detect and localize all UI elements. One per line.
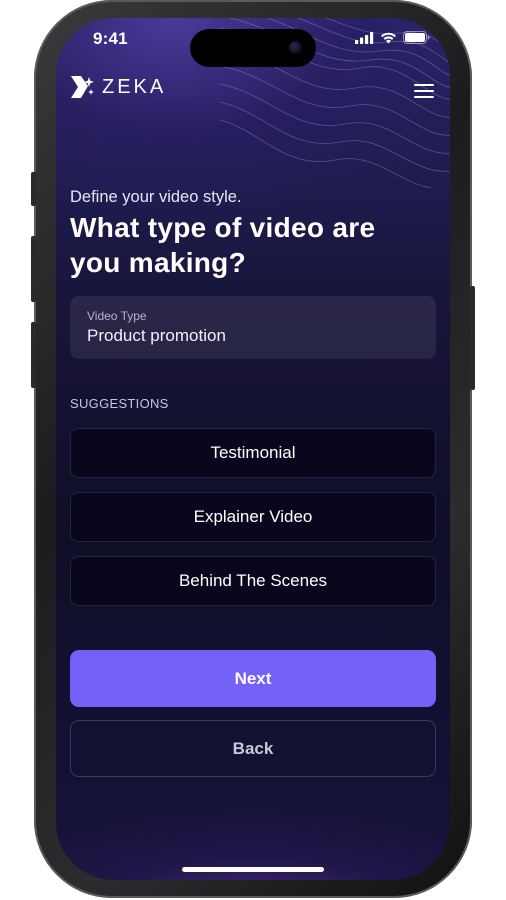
- battery-icon: [403, 31, 430, 44]
- suggestion-testimonial[interactable]: Testimonial: [70, 428, 436, 478]
- suggestion-behind-the-scenes[interactable]: Behind The Scenes: [70, 556, 436, 606]
- suggestions-heading: SUGGESTIONS: [70, 396, 169, 411]
- video-type-label: Video Type: [87, 309, 147, 323]
- zeka-logo-icon: [71, 76, 94, 98]
- zeka-logo[interactable]: ZEKA: [70, 74, 166, 100]
- page-title: What type of video are you making?: [70, 212, 376, 278]
- volume-up-button: [31, 236, 36, 302]
- volume-down-button: [31, 322, 36, 388]
- wifi-icon: [381, 32, 396, 43]
- dynamic-island: [190, 29, 316, 67]
- power-button: [470, 286, 475, 390]
- video-type-field[interactable]: Video Type: [70, 296, 436, 359]
- logo-text: ZEKA: [102, 75, 167, 98]
- next-button[interactable]: Next: [70, 650, 436, 707]
- action-button: [31, 172, 36, 206]
- hamburger-menu-icon[interactable]: [414, 80, 436, 100]
- back-button[interactable]: Back: [70, 720, 436, 777]
- home-indicator[interactable]: [182, 867, 324, 872]
- status-bar: 9:41: [56, 18, 450, 67]
- app-screen: 9:41 ZEKA Define your video style. What …: [56, 18, 450, 880]
- suggestion-explainer-video[interactable]: Explainer Video: [70, 492, 436, 542]
- cellular-signal-icon: [355, 31, 374, 44]
- status-time: 9:41: [93, 29, 128, 48]
- status-icons: [355, 31, 430, 44]
- camera-icon: [289, 41, 302, 54]
- app-header: ZEKA: [70, 74, 436, 108]
- step-subtitle: Define your video style.: [70, 188, 242, 206]
- video-type-input[interactable]: [87, 326, 419, 346]
